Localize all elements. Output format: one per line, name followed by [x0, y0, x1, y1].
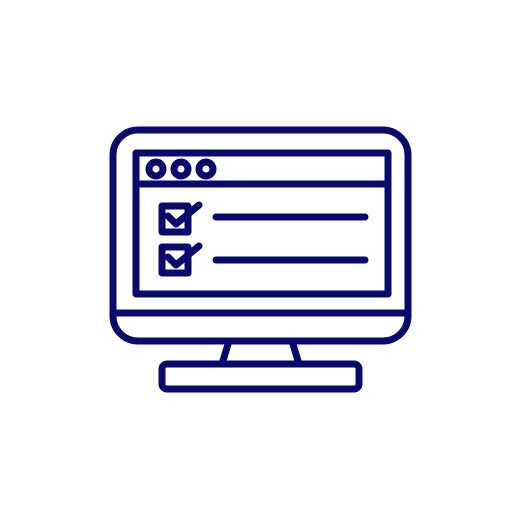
computer-monitor-checklist-icon: [109, 126, 412, 393]
window-dot-icon: [195, 158, 217, 180]
icon-canvas: [0, 0, 521, 521]
monitor-stand-base: [158, 360, 363, 393]
window-dot-icon: [170, 158, 192, 180]
window-dot-icon: [145, 158, 167, 180]
